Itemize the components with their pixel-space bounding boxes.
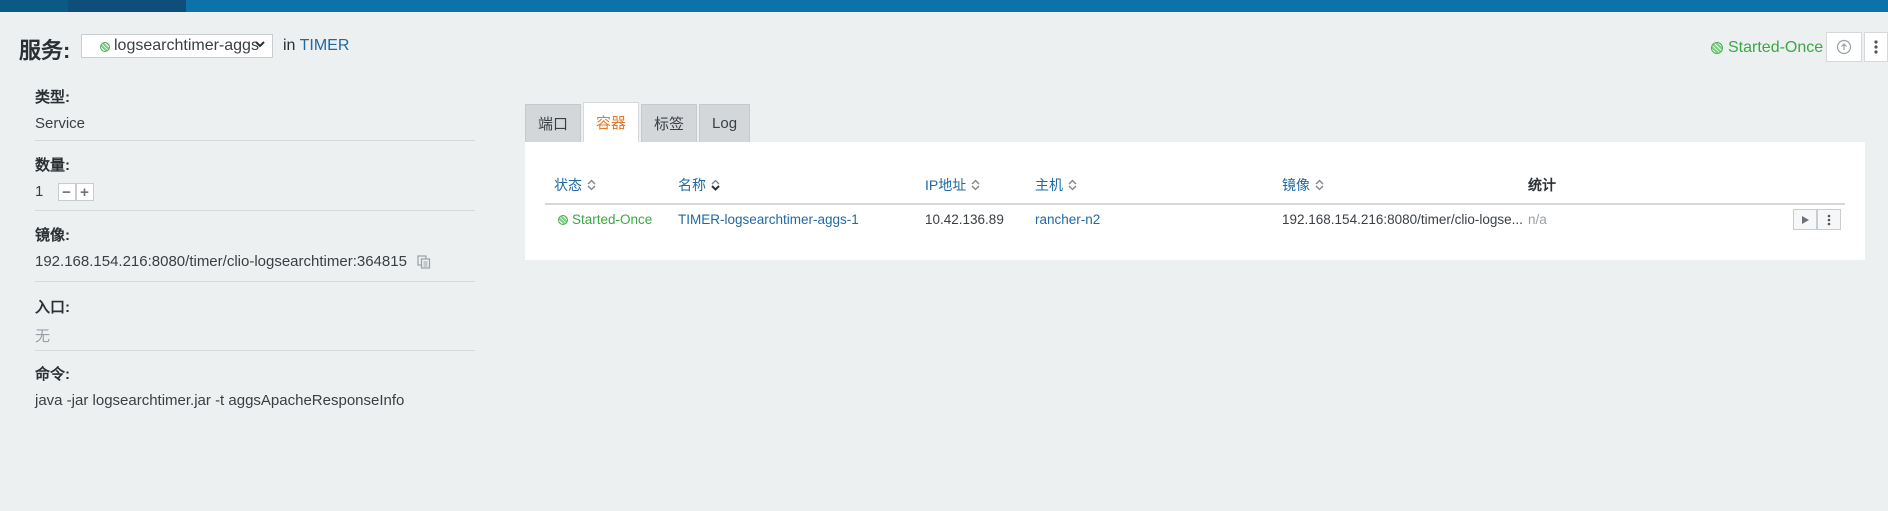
upgrade-button[interactable] [1826, 32, 1862, 62]
sort-icon [1315, 179, 1324, 191]
scale-value: 1 [35, 183, 44, 200]
tab-containers[interactable]: 容器 [583, 102, 640, 142]
scale-row: 1 − + [35, 183, 475, 202]
sort-icon [711, 179, 720, 191]
containers-panel: 状态 名称 IP地址 主机 镜像 统计 Started-Once TIMER-l… [525, 142, 1865, 260]
detail-scale: 数量: 1 − + [35, 154, 475, 202]
service-select-value: logsearchtimer-aggs [114, 37, 259, 54]
detail-value: java -jar logsearchtimer.jar -t aggsApac… [35, 392, 405, 409]
col-stats-header: 统计 [1528, 177, 1556, 193]
divider [35, 210, 475, 211]
chevron-down-icon [255, 41, 265, 48]
detail-entrypoint: 入口: 无 [35, 296, 475, 346]
col-image-header[interactable]: 镜像 [1282, 175, 1324, 195]
upgrade-icon [1836, 39, 1852, 55]
scale-increment-button[interactable]: + [75, 183, 94, 202]
detail-value: 无 [35, 328, 51, 345]
tab-log[interactable]: Log [699, 104, 751, 142]
divider [35, 281, 475, 282]
service-state-label: Started-Once [1728, 39, 1824, 56]
table-header: 状态 名称 IP地址 主机 镜像 统计 [545, 175, 1845, 205]
service-label: 服务: [19, 38, 71, 63]
divider [35, 140, 475, 141]
detail-value: Service [35, 115, 86, 132]
tab-ports[interactable]: 端口 [525, 104, 582, 142]
detail-image: 镜像: 192.168.154.216:8080/timer/clio-logs… [35, 224, 475, 270]
col-ip-header[interactable]: IP地址 [925, 175, 980, 195]
row-stats: n/a [1528, 212, 1547, 227]
detail-label: 命令: [35, 366, 70, 383]
sort-icon [1068, 179, 1077, 191]
stack-info: in TIMER [283, 37, 349, 55]
col-name-header[interactable]: 名称 [678, 175, 720, 195]
table-row: Started-Once TIMER-logsearchtimer-aggs-1… [545, 206, 1845, 236]
col-label: 镜像 [1282, 177, 1310, 193]
service-select[interactable]: logsearchtimer-aggs [81, 34, 273, 58]
scale-stepper: − + [57, 183, 94, 202]
status-dot-icon [1711, 42, 1723, 54]
nav-segment-1[interactable] [0, 0, 68, 12]
col-label: 名称 [678, 177, 706, 193]
row-more-button[interactable] [1817, 209, 1841, 230]
row-ip: 10.42.136.89 [925, 212, 1004, 227]
row-actions [1793, 209, 1841, 230]
row-state: Started-Once [558, 212, 652, 227]
tab-labels[interactable]: 标签 [641, 104, 698, 142]
row-host-link[interactable]: rancher-n2 [1035, 212, 1100, 227]
row-name-link[interactable]: TIMER-logsearchtimer-aggs-1 [678, 212, 859, 227]
kebab-icon [1874, 40, 1878, 54]
image-value: 192.168.154.216:8080/timer/clio-logsearc… [35, 253, 407, 270]
col-label: 状态 [554, 177, 582, 193]
play-icon [1802, 215, 1809, 224]
stack-link[interactable]: TIMER [300, 37, 350, 54]
top-nav-bar [0, 0, 1888, 12]
detail-label: 镜像: [35, 227, 70, 244]
kebab-icon [1827, 214, 1831, 225]
col-label: IP地址 [925, 177, 967, 193]
detail-label: 入口: [35, 299, 70, 316]
detail-type: 类型: Service [35, 86, 475, 132]
status-dot-icon [100, 42, 110, 52]
nav-segment-2[interactable] [68, 0, 186, 12]
divider [35, 350, 475, 351]
col-label: 主机 [1035, 177, 1063, 193]
sort-icon [971, 179, 980, 191]
col-host-header[interactable]: 主机 [1035, 175, 1077, 195]
start-button[interactable] [1793, 209, 1817, 230]
detail-command: 命令: java -jar logsearchtimer.jar -t aggs… [35, 363, 475, 409]
row-state-label: Started-Once [572, 212, 653, 227]
service-state: Started-Once [1711, 39, 1823, 57]
more-actions-button[interactable] [1864, 32, 1888, 62]
status-dot-icon [558, 214, 568, 225]
detail-label: 数量: [35, 157, 70, 174]
in-label: in [283, 37, 296, 54]
row-image: 192.168.154.216:8080/timer/clio-logse... [1282, 212, 1523, 227]
tab-bar: 端口 容器 标签 Log [525, 102, 752, 142]
col-state-header[interactable]: 状态 [554, 175, 596, 195]
scale-decrement-button[interactable]: − [57, 183, 76, 202]
image-row: 192.168.154.216:8080/timer/clio-logsearc… [35, 253, 475, 270]
detail-label: 类型: [35, 89, 70, 106]
sort-icon [587, 179, 596, 191]
copy-icon[interactable] [417, 255, 431, 269]
